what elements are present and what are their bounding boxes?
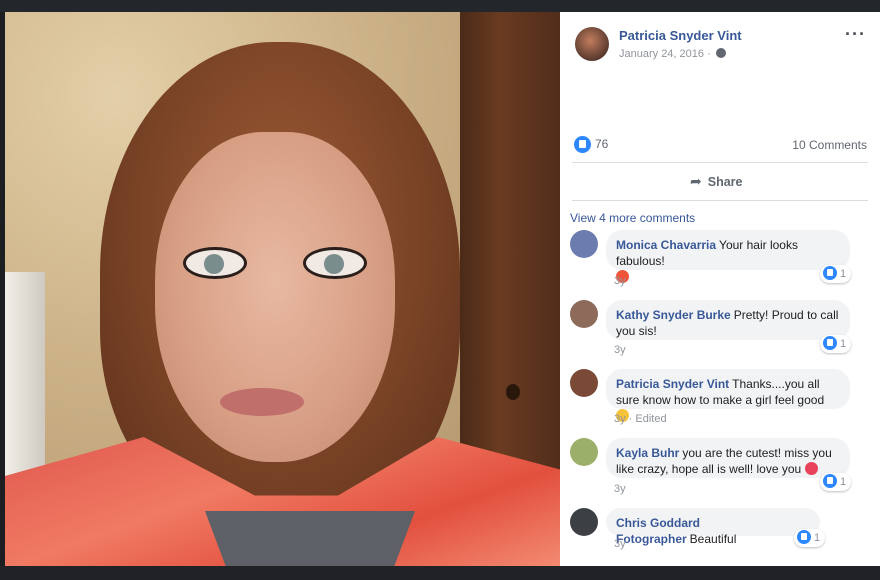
- commenter-avatar[interactable]: [570, 508, 598, 536]
- comment-time[interactable]: 3y: [614, 275, 626, 287]
- reaction-count: 1: [814, 532, 821, 544]
- post-side-panel: Patricia Snyder Vint January 24, 2016 · …: [560, 12, 880, 567]
- like-count[interactable]: 76: [595, 137, 608, 151]
- browser-bottom-strip: [0, 566, 880, 580]
- comment-bubble: Chris Goddard Fotographer Beautiful: [606, 508, 820, 546]
- photo-lips: [220, 388, 304, 416]
- heart-emoji-icon: [804, 462, 818, 475]
- comment-reactions[interactable]: 1: [820, 335, 852, 353]
- post-header: Patricia Snyder Vint January 24, 2016 · …: [560, 12, 880, 122]
- comment-time[interactable]: 3y: [614, 538, 626, 550]
- like-icon[interactable]: [574, 136, 591, 153]
- comment-reactions[interactable]: 1: [794, 529, 826, 547]
- reaction-count: 1: [840, 476, 847, 488]
- like-icon: [823, 266, 837, 280]
- comment-time[interactable]: 3y · Edited: [614, 413, 667, 425]
- share-label: Share: [707, 175, 743, 189]
- comment-reactions[interactable]: 1: [820, 473, 852, 491]
- comment-count[interactable]: 10 Comments: [792, 138, 867, 152]
- action-bar: ➦ Share: [560, 164, 880, 200]
- divider: [572, 162, 868, 163]
- share-button[interactable]: ➦ Share: [690, 173, 742, 190]
- like-icon: [797, 530, 811, 544]
- share-icon: ➦: [690, 173, 702, 189]
- more-options-icon[interactable]: ···: [845, 24, 866, 45]
- comment-text: Beautiful: [689, 532, 737, 546]
- view-more-comments-link[interactable]: View 4 more comments: [570, 211, 695, 225]
- photo-left-eye: [183, 247, 247, 279]
- photo-door-knob: [506, 384, 520, 400]
- commenter-name[interactable]: Patricia Snyder Vint: [616, 377, 729, 391]
- reaction-count: 1: [840, 268, 847, 280]
- comment-time[interactable]: 3y: [614, 483, 626, 495]
- post-date-text[interactable]: January 24, 2016 ·: [619, 48, 711, 60]
- reaction-count: 1: [840, 338, 847, 350]
- commenter-name[interactable]: Monica Chavarria: [616, 238, 716, 252]
- comment-bubble: Kayla Buhr you are the cutest! miss you l…: [606, 438, 850, 478]
- browser-top-strip: [0, 0, 880, 12]
- post-date[interactable]: January 24, 2016 ·: [619, 48, 726, 60]
- comment-bubble: Monica Chavarria Your hair looks fabulous…: [606, 230, 850, 283]
- comment-bubble: Kathy Snyder Burke Pretty! Proud to call …: [606, 300, 850, 340]
- like-icon: [823, 474, 837, 488]
- author-avatar[interactable]: [575, 27, 609, 61]
- author-name[interactable]: Patricia Snyder Vint: [619, 28, 742, 43]
- commenter-avatar[interactable]: [570, 369, 598, 397]
- like-icon: [823, 336, 837, 350]
- reaction-stats: 76 10 Comments: [560, 134, 880, 162]
- comment-bubble: Patricia Snyder Vint Thanks....you all su…: [606, 369, 850, 422]
- commenter-avatar[interactable]: [570, 438, 598, 466]
- divider: [572, 200, 868, 201]
- commenter-name[interactable]: Kathy Snyder Burke: [616, 308, 731, 322]
- commenter-name[interactable]: Kayla Buhr: [616, 446, 679, 460]
- comment-time[interactable]: 3y: [614, 344, 626, 356]
- post-photo[interactable]: [5, 12, 560, 567]
- globe-icon: [715, 48, 726, 58]
- commenter-avatar[interactable]: [570, 230, 598, 258]
- commenter-avatar[interactable]: [570, 300, 598, 328]
- commenter-name[interactable]: Chris Goddard Fotographer: [616, 516, 700, 546]
- photo-right-eye: [303, 247, 367, 279]
- comment-reactions[interactable]: 1: [820, 265, 852, 283]
